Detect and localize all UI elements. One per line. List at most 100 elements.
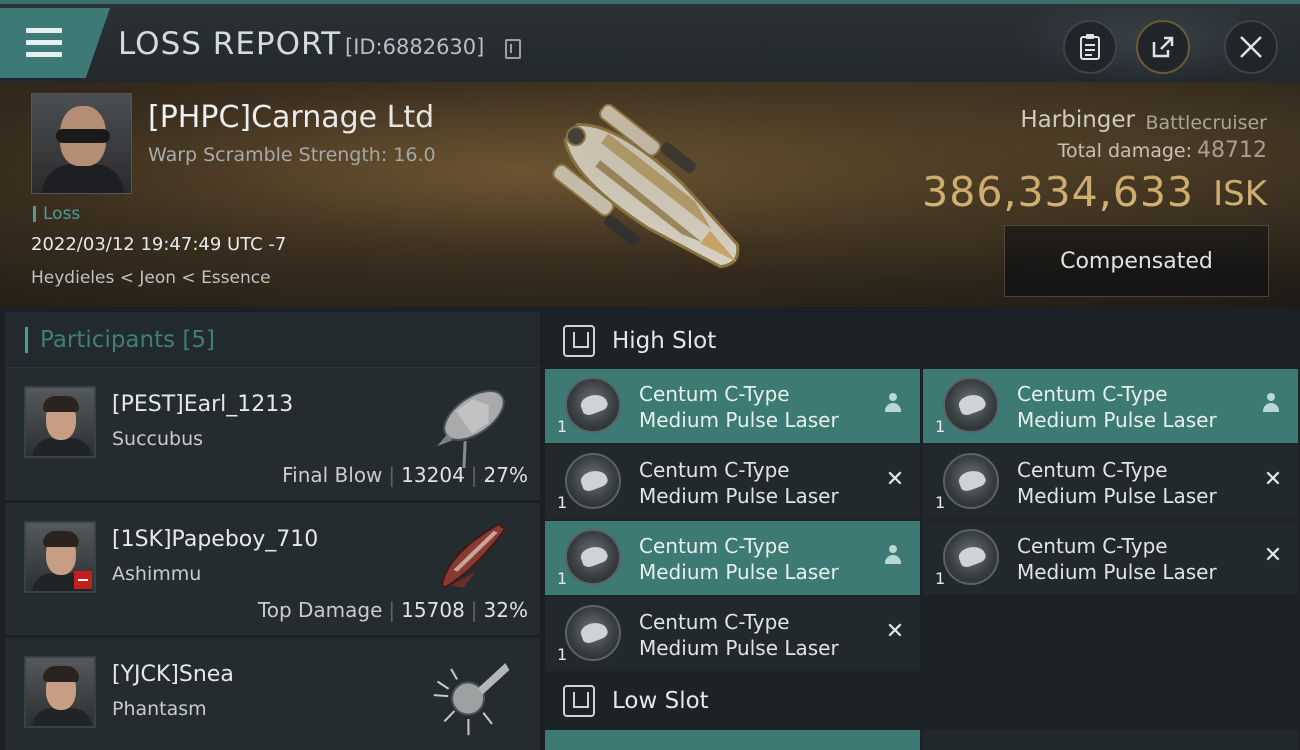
header-decoration	[1010, 8, 1240, 86]
participant-avatar[interactable]	[24, 386, 96, 458]
participant-row[interactable]: [PEST]Earl_1213 Succubus Final Blow | 1320…	[5, 368, 540, 503]
total-damage-label: Total damage:	[1057, 140, 1192, 162]
ship-name: Harbinger	[1020, 107, 1135, 133]
module-item[interactable]: 1 Centum C-Type Medium Pulse Laser ✕	[545, 445, 920, 519]
victim-name[interactable]: [PHPC]Carnage Ltd	[148, 100, 434, 135]
laser-turret-icon	[565, 377, 621, 433]
module-quantity: 1	[935, 417, 946, 436]
module-item[interactable]	[545, 730, 920, 750]
slot-icon	[563, 325, 595, 357]
participant-avatar[interactable]	[24, 521, 96, 593]
compensated-button[interactable]: Compensated	[1004, 225, 1269, 297]
module-name: Centum C-Type	[639, 610, 790, 634]
participant-ship-image	[433, 663, 510, 736]
corp-status-badge	[74, 571, 92, 589]
x-icon: ✕	[885, 619, 905, 644]
header-bar: LOSS REPORT [ID:6882630]	[0, 0, 1300, 86]
module-name: Centum C-Type	[639, 534, 790, 558]
share-button[interactable]	[1136, 20, 1190, 74]
module-name-line2: Medium Pulse Laser	[1017, 484, 1217, 508]
module-name-line2: Medium Pulse Laser	[639, 560, 839, 584]
module-name: Centum C-Type	[1017, 534, 1168, 558]
module-name: Centum C-Type	[639, 458, 790, 482]
module-name-line2: Medium Pulse Laser	[639, 408, 839, 432]
x-icon: ✕	[1263, 467, 1283, 492]
module-name: Centum C-Type	[1017, 382, 1168, 406]
module-item[interactable]: 1 Centum C-Type Medium Pulse Laser	[923, 369, 1298, 443]
isk-unit: ISK	[1213, 174, 1267, 214]
laser-turret-icon	[943, 529, 999, 585]
module-name-line2: Medium Pulse Laser	[1017, 560, 1217, 584]
copy-icon[interactable]	[505, 39, 521, 59]
participant-avatar[interactable]	[24, 656, 96, 728]
laser-turret-icon	[565, 529, 621, 585]
x-icon: ✕	[1263, 543, 1283, 568]
participant-percent: 32%	[483, 598, 528, 622]
participant-name: [PEST]Earl_1213	[112, 392, 294, 417]
close-icon	[1240, 36, 1262, 58]
module-name-line2: Medium Pulse Laser	[1017, 408, 1217, 432]
module-quantity: 1	[935, 569, 946, 588]
warp-scramble-strength: Warp Scramble Strength: 16.0	[148, 144, 436, 166]
participant-percent: 27%	[483, 463, 528, 487]
module-item[interactable]: 1 Centum C-Type Medium Pulse Laser ✕	[923, 521, 1298, 595]
high-slot-header: High Slot	[545, 312, 1300, 370]
module-item[interactable]: 1 Centum C-Type Medium Pulse Laser	[545, 369, 920, 443]
participants-header: Participants [5]	[5, 312, 540, 368]
laser-turret-icon	[943, 377, 999, 433]
loss-location[interactable]: Heydieles < Jeon < Essence	[31, 268, 271, 288]
module-item[interactable]: 1 Centum C-Type Medium Pulse Laser	[545, 521, 920, 595]
isk-value: 386,334,633	[922, 168, 1194, 216]
ship-class: Battlecruiser	[1145, 112, 1267, 134]
laser-turret-icon	[943, 453, 999, 509]
low-slot-title: Low Slot	[612, 688, 709, 714]
share-icon	[1152, 36, 1174, 58]
participant-ship: Ashimmu	[112, 563, 202, 585]
close-button[interactable]	[1224, 20, 1278, 74]
participant-ship-image	[441, 522, 507, 589]
participants-title: Participants [5]	[40, 326, 215, 353]
page-title: LOSS REPORT	[118, 26, 342, 62]
module-quantity: 1	[557, 417, 568, 436]
module-name-line2: Medium Pulse Laser	[639, 484, 839, 508]
module-quantity: 1	[557, 645, 568, 664]
person-icon	[884, 393, 906, 415]
module-quantity: 1	[557, 569, 568, 588]
participant-label: Top Damage	[257, 598, 383, 622]
module-item[interactable]: 1 Centum C-Type Medium Pulse Laser ✕	[545, 597, 920, 671]
hamburger-menu-icon	[26, 28, 62, 64]
participant-row[interactable]: [1SK]Papeboy_710 Ashimmu Top Damage | 1570…	[5, 503, 540, 638]
loss-tag: Loss	[33, 206, 80, 223]
laser-turret-icon	[565, 453, 621, 509]
participant-name: [1SK]Papeboy_710	[112, 527, 319, 552]
loss-timestamp: 2022/03/12 19:47:49 UTC -7	[31, 234, 287, 255]
participant-ship-image	[436, 389, 505, 468]
clipboard-button[interactable]	[1063, 20, 1117, 74]
high-slot-title: High Slot	[612, 328, 717, 354]
person-icon	[1262, 393, 1284, 415]
participant-ship: Succubus	[112, 428, 204, 450]
module-item[interactable]	[923, 730, 1298, 750]
module-name: Centum C-Type	[1017, 458, 1168, 482]
fitting-panel: High Slot 1 Centum C-Type Medium Pulse L…	[545, 312, 1300, 750]
participant-damage: 13204	[401, 463, 465, 487]
participant-stats: Final Blow | 13204 | 27%	[282, 463, 528, 487]
laser-turret-icon	[565, 605, 621, 661]
module-quantity: 1	[935, 493, 946, 512]
module-name: Centum C-Type	[639, 382, 790, 406]
report-id: [ID:6882630]	[345, 35, 485, 59]
participant-row[interactable]: [YJCK]Snea Phantasm	[5, 638, 540, 750]
participant-damage: 15708	[401, 598, 465, 622]
participant-ship: Phantasm	[112, 698, 207, 720]
victim-portrait[interactable]	[31, 93, 132, 194]
menu-button[interactable]	[0, 8, 110, 78]
slot-icon	[563, 685, 595, 717]
module-name-line2: Medium Pulse Laser	[639, 636, 839, 660]
participants-panel: Participants [5] [PEST]Earl_1213 Succubu…	[5, 312, 540, 750]
x-icon: ✕	[885, 467, 905, 492]
participant-label: Final Blow	[282, 463, 383, 487]
low-slot-header: Low Slot	[545, 672, 1300, 730]
module-quantity: 1	[557, 493, 568, 512]
module-item[interactable]: 1 Centum C-Type Medium Pulse Laser ✕	[923, 445, 1298, 519]
total-damage-value: 48712	[1197, 138, 1267, 163]
